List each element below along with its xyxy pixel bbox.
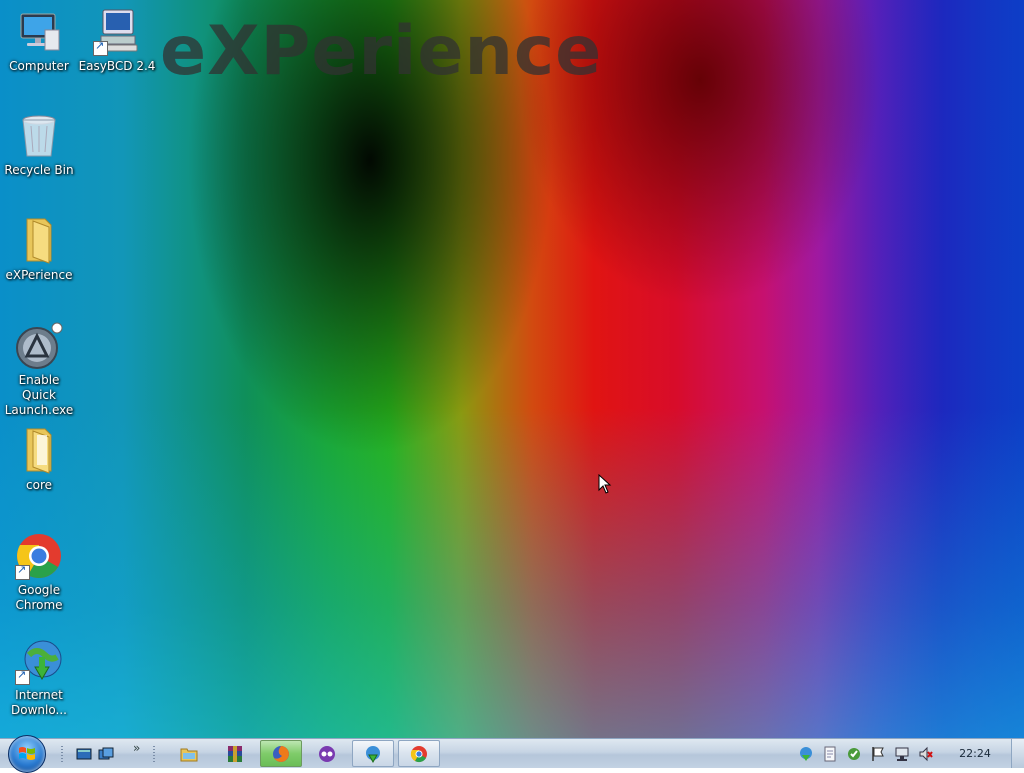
desktop-icon-label: Computer	[9, 59, 69, 73]
messenger-icon	[319, 745, 335, 762]
action-center-flag-icon[interactable]	[870, 746, 886, 762]
toolbar-grip[interactable]	[60, 745, 64, 763]
desktop-icon-label: Internet Downlo...	[11, 688, 67, 717]
shortcut-arrow-icon	[15, 563, 30, 580]
desktop-icon-label: Google Chrome	[15, 583, 63, 612]
desktop[interactable]: eXPerience Computer EasyBCD 2.4	[0, 0, 1024, 738]
desktop-icon-google-chrome[interactable]: Google Chrome	[0, 532, 78, 613]
switch-windows-icon[interactable]	[98, 746, 114, 762]
easybcd-icon	[93, 8, 141, 56]
taskbar: » 22:24	[0, 735, 1024, 773]
taskbar-button-explorer[interactable]	[168, 740, 210, 767]
desktop-icon-experience-folder[interactable]: eXPerience	[0, 217, 78, 283]
chrome-icon	[410, 745, 427, 762]
desktop-icon-recycle-bin[interactable]: Recycle Bin	[0, 112, 78, 178]
wallpaper-watermark: eXPerience	[160, 12, 603, 91]
notes-tray-icon[interactable]	[822, 746, 838, 762]
windows-explorer-icon	[180, 748, 198, 761]
recycle-bin-icon	[15, 112, 63, 160]
shortcut-arrow-icon	[15, 668, 30, 685]
quick-launch-app-icon	[15, 322, 63, 370]
idm-tray-icon[interactable]	[798, 746, 814, 762]
system-clock[interactable]: 22:24	[950, 747, 1000, 760]
desktop-icon-label: eXPerience	[5, 268, 73, 282]
desktop-icon-computer[interactable]: Computer	[0, 8, 78, 74]
desktop-icon-label: Enable Quick Launch.exe	[4, 373, 74, 417]
show-desktop-icon[interactable]	[76, 746, 92, 762]
internet-download-manager-icon	[15, 637, 63, 685]
desktop-icon-core-folder[interactable]: core	[0, 427, 78, 493]
internet-download-manager-icon	[366, 745, 380, 763]
folder-icon	[15, 217, 63, 265]
windows-logo-icon	[19, 747, 35, 760]
shortcut-arrow-icon	[93, 39, 108, 56]
desktop-icon-easybcd[interactable]: EasyBCD 2.4	[78, 8, 156, 74]
taskbar-button-messenger[interactable]	[306, 740, 348, 767]
firefox-icon	[273, 745, 289, 762]
security-tray-icon[interactable]	[846, 746, 862, 762]
computer-icon	[15, 8, 63, 56]
desktop-icon-label: EasyBCD 2.4	[78, 59, 156, 73]
desktop-icon-enable-quick-launch[interactable]: Enable Quick Launch.exe	[0, 322, 78, 418]
folder-icon	[15, 427, 63, 475]
show-desktop-button[interactable]	[1011, 739, 1024, 768]
desktop-icon-label: Recycle Bin	[4, 163, 74, 177]
desktop-icon-internet-download-manager[interactable]: Internet Downlo...	[0, 637, 78, 718]
taskbar-button-firefox[interactable]	[260, 740, 302, 767]
taskbar-button-winrar[interactable]	[214, 740, 256, 767]
chrome-icon	[15, 532, 63, 580]
winrar-icon	[228, 745, 242, 762]
taskbar-button-idm[interactable]	[352, 740, 394, 767]
toolbar-grip[interactable]	[152, 745, 156, 763]
start-button[interactable]	[8, 735, 46, 773]
taskbar-button-chrome[interactable]	[398, 740, 440, 767]
volume-muted-icon[interactable]	[918, 746, 934, 762]
mouse-cursor-icon	[598, 473, 612, 498]
network-icon[interactable]	[894, 746, 910, 762]
desktop-icon-label: core	[26, 478, 52, 492]
quick-launch-overflow-chevron[interactable]: »	[133, 741, 140, 755]
